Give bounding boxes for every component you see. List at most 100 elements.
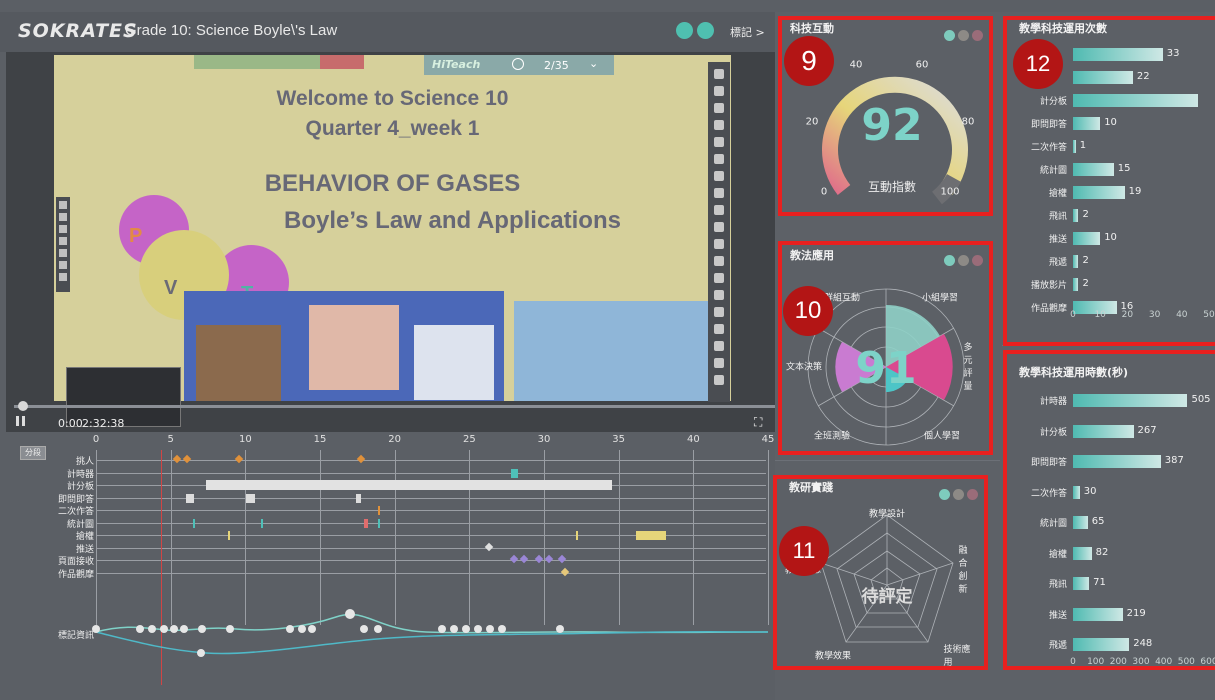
chart-bar[interactable] bbox=[1073, 209, 1079, 222]
badge-12: 12 bbox=[1013, 39, 1063, 89]
chart-bar[interactable] bbox=[1073, 638, 1130, 651]
card-title: 教學科技運用時數(秒) bbox=[1019, 366, 1129, 379]
chart-bar[interactable] bbox=[1073, 163, 1114, 176]
divider bbox=[775, 460, 1000, 461]
gauge-tick: 60 bbox=[915, 59, 929, 71]
comment-icon[interactable] bbox=[697, 22, 714, 39]
player-controls: 0:00 2:32:38 ⛶ bbox=[6, 412, 775, 432]
stop-mode-button[interactable] bbox=[320, 55, 364, 69]
chart-bar[interactable] bbox=[1073, 485, 1080, 499]
bar-value-label: 248 bbox=[1133, 638, 1153, 649]
axis-label: 融合創新 bbox=[958, 546, 968, 595]
bar-value-label: 10 bbox=[1104, 232, 1117, 243]
seek-bar[interactable] bbox=[14, 405, 775, 408]
activity-timeline: 分段 0 5 10 15 20 25 30 35 40 45 挑人 計時器 計分板 即問即答 二次作答 統計圖… bbox=[6, 432, 775, 700]
x-axis-tick: 300 bbox=[1132, 657, 1150, 667]
teaching-method-card: 教法應用 91 群組互動 小組學習 多元評量 個人學習 全班測驗 文本決策 10 bbox=[778, 241, 993, 455]
x-axis-tick: 0 bbox=[1070, 310, 1076, 320]
bar-value-label: 15 bbox=[1117, 163, 1131, 174]
bar-category: 統計圖 bbox=[1039, 166, 1067, 176]
bar-category: 飛訊 bbox=[1048, 212, 1067, 222]
axis-label: 教學效果 bbox=[814, 651, 852, 662]
bar-value-label: 10 bbox=[1104, 117, 1117, 128]
chart-bar[interactable] bbox=[1073, 516, 1088, 529]
notes-link[interactable]: 標記 > bbox=[730, 24, 765, 40]
seek-knob[interactable] bbox=[18, 401, 28, 411]
marker-point bbox=[197, 649, 205, 657]
bar-value-label: 33 bbox=[1166, 48, 1180, 59]
chart-bar[interactable] bbox=[1073, 186, 1125, 199]
bar-category: 二次作答 bbox=[1030, 488, 1067, 499]
fullscreen-icon[interactable]: ⛶ bbox=[754, 415, 762, 430]
chart-bar[interactable] bbox=[1073, 546, 1092, 560]
badge-11: 11 bbox=[779, 526, 829, 576]
bar-value-label: 219 bbox=[1126, 607, 1146, 619]
chart-bar[interactable] bbox=[1073, 71, 1133, 84]
bar-value-label: 505 bbox=[1191, 394, 1211, 405]
bar-value-label: 267 bbox=[1137, 424, 1157, 436]
hot-air-balloons-image bbox=[514, 301, 724, 401]
x-axis-tick: 500 bbox=[1177, 657, 1195, 667]
chart-bar[interactable] bbox=[1073, 232, 1101, 245]
bubble-p-label: P bbox=[129, 225, 143, 247]
bar-category: 計時器 bbox=[1039, 397, 1067, 407]
gauge-tick: 40 bbox=[849, 59, 863, 71]
bar-value-label: 2 bbox=[1082, 255, 1089, 266]
marker-point bbox=[298, 625, 306, 633]
chart-bar[interactable] bbox=[1073, 394, 1188, 407]
x-axis-tick: 400 bbox=[1155, 657, 1173, 667]
marker-waveform bbox=[92, 609, 769, 657]
slide-title-1: Welcome to Science 10 bbox=[276, 87, 509, 110]
chart-bar[interactable] bbox=[1073, 577, 1090, 590]
slide-toolbar bbox=[194, 55, 364, 69]
chart-bar[interactable] bbox=[1073, 424, 1134, 438]
right-toolbar[interactable] bbox=[708, 62, 730, 402]
interaction-score: 92 bbox=[861, 100, 923, 151]
gauge-tick: 80 bbox=[961, 116, 975, 128]
marker-point bbox=[136, 625, 144, 633]
tanks-image bbox=[414, 325, 494, 400]
bar-category: 計分板 bbox=[1039, 97, 1067, 107]
chart-bar[interactable] bbox=[1073, 117, 1101, 130]
method-score: 91 bbox=[855, 343, 916, 394]
pause-icon[interactable] bbox=[16, 416, 25, 426]
bar-value-label: 1 bbox=[1079, 140, 1087, 151]
marker-point bbox=[148, 625, 156, 633]
x-axis-tick: 100 bbox=[1087, 657, 1105, 667]
interaction-score-label: 互動指數 bbox=[867, 180, 916, 194]
hiteach-bar: HiTeach 2/35 ⌄ bbox=[424, 55, 614, 75]
chart-bar[interactable] bbox=[1073, 48, 1163, 61]
bar-category: 推送 bbox=[1048, 235, 1067, 245]
bar-category: 飛遞 bbox=[1048, 258, 1067, 268]
brand-logo: SOKRATES bbox=[18, 20, 138, 42]
bar-value-label: 19 bbox=[1128, 186, 1142, 197]
slide-title-3: BEHAVIOR OF GASES bbox=[264, 170, 521, 197]
duration-time: 2:32:38 bbox=[82, 417, 125, 430]
x-axis-tick: 200 bbox=[1109, 657, 1127, 667]
bar-value-label: 71 bbox=[1093, 577, 1106, 588]
x-axis-tick: 20 bbox=[1121, 310, 1134, 320]
video-player[interactable]: HiTeach 2/35 ⌄ Welcome to Science 10 Qua… bbox=[6, 52, 775, 432]
axis-label: 小組學習 bbox=[921, 293, 959, 304]
chart-bar[interactable] bbox=[1073, 607, 1123, 621]
lesson-title: Grade 10: Science Boyle\'s Law bbox=[125, 22, 338, 39]
bar-category: 計分板 bbox=[1039, 427, 1067, 438]
chart-bar[interactable] bbox=[1073, 94, 1199, 107]
chart-bar[interactable] bbox=[1073, 255, 1079, 268]
bar-value-label: 65 bbox=[1091, 516, 1105, 527]
axis-label: 個人學習 bbox=[923, 431, 961, 442]
gauge-tick: 20 bbox=[805, 116, 819, 128]
axis-label: 多元評量 bbox=[963, 343, 973, 392]
chart-bar[interactable] bbox=[1073, 455, 1161, 468]
info-icon[interactable] bbox=[676, 22, 693, 39]
marker-point bbox=[450, 625, 458, 633]
chevron-down-icon[interactable]: ⌄ bbox=[589, 57, 598, 70]
chart-bar[interactable] bbox=[1073, 140, 1076, 153]
gauge-tick: 100 bbox=[940, 186, 960, 198]
x-axis-tick: 600 bbox=[1200, 657, 1215, 667]
chart-bar[interactable] bbox=[1073, 278, 1079, 291]
axis-label: 技術應用 bbox=[943, 645, 971, 668]
left-toolbar[interactable] bbox=[56, 197, 70, 292]
bar-value-label: 82 bbox=[1095, 546, 1109, 558]
marker-point bbox=[556, 625, 564, 633]
